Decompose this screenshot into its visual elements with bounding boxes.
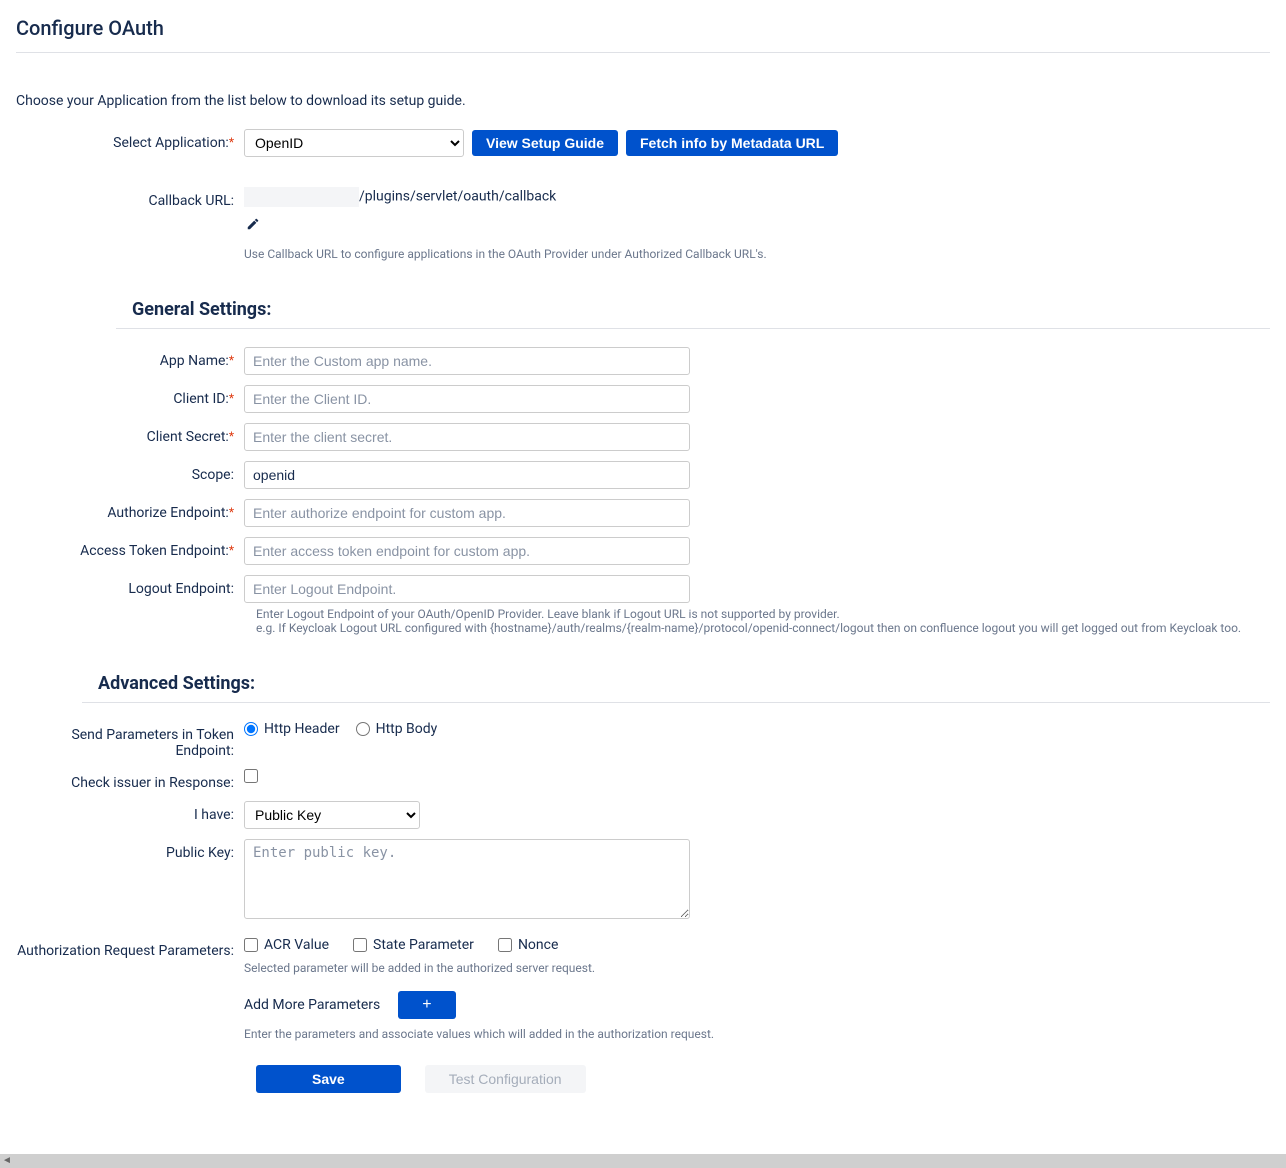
public-key-textarea[interactable] bbox=[244, 839, 690, 919]
logout-endpoint-label: Logout Endpoint: bbox=[16, 575, 244, 597]
view-setup-guide-button[interactable]: View Setup Guide bbox=[472, 130, 618, 156]
http-header-radio[interactable] bbox=[244, 722, 258, 736]
authorize-endpoint-label: Authorize Endpoint:* bbox=[16, 499, 244, 521]
add-parameter-button[interactable]: + bbox=[398, 991, 455, 1019]
general-settings-header: General Settings: bbox=[116, 291, 1270, 329]
acr-value-label: ACR Value bbox=[264, 937, 329, 953]
send-params-label: Send Parameters in Token Endpoint: bbox=[16, 721, 244, 759]
access-token-endpoint-label: Access Token Endpoint:* bbox=[16, 537, 244, 559]
save-button[interactable]: Save bbox=[256, 1065, 401, 1093]
logout-help-2: e.g. If Keycloak Logout URL configured w… bbox=[256, 621, 1270, 635]
nonce-label: Nonce bbox=[518, 937, 558, 953]
http-body-label: Http Body bbox=[376, 721, 438, 737]
public-key-label: Public Key: bbox=[16, 839, 244, 861]
logout-endpoint-input[interactable] bbox=[244, 575, 690, 603]
logout-help-1: Enter Logout Endpoint of your OAuth/Open… bbox=[256, 607, 1270, 621]
client-id-input[interactable] bbox=[244, 385, 690, 413]
access-token-endpoint-input[interactable] bbox=[244, 537, 690, 565]
horizontal-scrollbar[interactable]: ◄ bbox=[0, 1154, 1286, 1168]
scope-input[interactable] bbox=[244, 461, 690, 489]
client-id-label: Client ID:* bbox=[16, 385, 244, 407]
state-parameter-label: State Parameter bbox=[373, 937, 474, 953]
callback-help-text: Use Callback URL to configure applicatio… bbox=[244, 247, 767, 261]
page-title: Configure OAuth bbox=[16, 16, 1270, 53]
scope-label: Scope: bbox=[16, 461, 244, 483]
client-secret-input[interactable] bbox=[244, 423, 690, 451]
add-more-help: Enter the parameters and associate value… bbox=[244, 1027, 714, 1041]
authorize-endpoint-input[interactable] bbox=[244, 499, 690, 527]
callback-url-label: Callback URL: bbox=[16, 187, 244, 209]
fetch-metadata-button[interactable]: Fetch info by Metadata URL bbox=[626, 130, 838, 156]
select-application-label: Select Application:* bbox=[16, 129, 244, 151]
select-application-dropdown[interactable]: OpenID bbox=[244, 129, 464, 157]
http-header-label: Http Header bbox=[264, 721, 340, 737]
callback-url-suffix: /plugins/servlet/oauth/callback bbox=[359, 189, 556, 205]
nonce-checkbox[interactable] bbox=[498, 938, 512, 952]
app-name-label: App Name:* bbox=[16, 347, 244, 369]
check-issuer-label: Check issuer in Response: bbox=[16, 769, 244, 791]
i-have-select[interactable]: Public Key bbox=[244, 801, 420, 829]
test-configuration-button[interactable]: Test Configuration bbox=[425, 1065, 586, 1093]
client-secret-label: Client Secret:* bbox=[16, 423, 244, 445]
app-name-input[interactable] bbox=[244, 347, 690, 375]
auth-params-label: Authorization Request Parameters: bbox=[16, 937, 244, 959]
acr-value-checkbox[interactable] bbox=[244, 938, 258, 952]
scroll-left-arrow[interactable]: ◄ bbox=[2, 1155, 12, 1166]
check-issuer-checkbox[interactable] bbox=[244, 769, 258, 783]
callback-url-prefix bbox=[244, 187, 359, 207]
state-parameter-checkbox[interactable] bbox=[353, 938, 367, 952]
advanced-settings-header: Advanced Settings: bbox=[82, 665, 1270, 703]
edit-icon[interactable] bbox=[246, 217, 260, 231]
i-have-label: I have: bbox=[16, 801, 244, 823]
add-more-params-label: Add More Parameters bbox=[244, 997, 380, 1013]
http-body-radio[interactable] bbox=[356, 722, 370, 736]
intro-text: Choose your Application from the list be… bbox=[16, 93, 1270, 109]
auth-params-help: Selected parameter will be added in the … bbox=[244, 961, 595, 975]
